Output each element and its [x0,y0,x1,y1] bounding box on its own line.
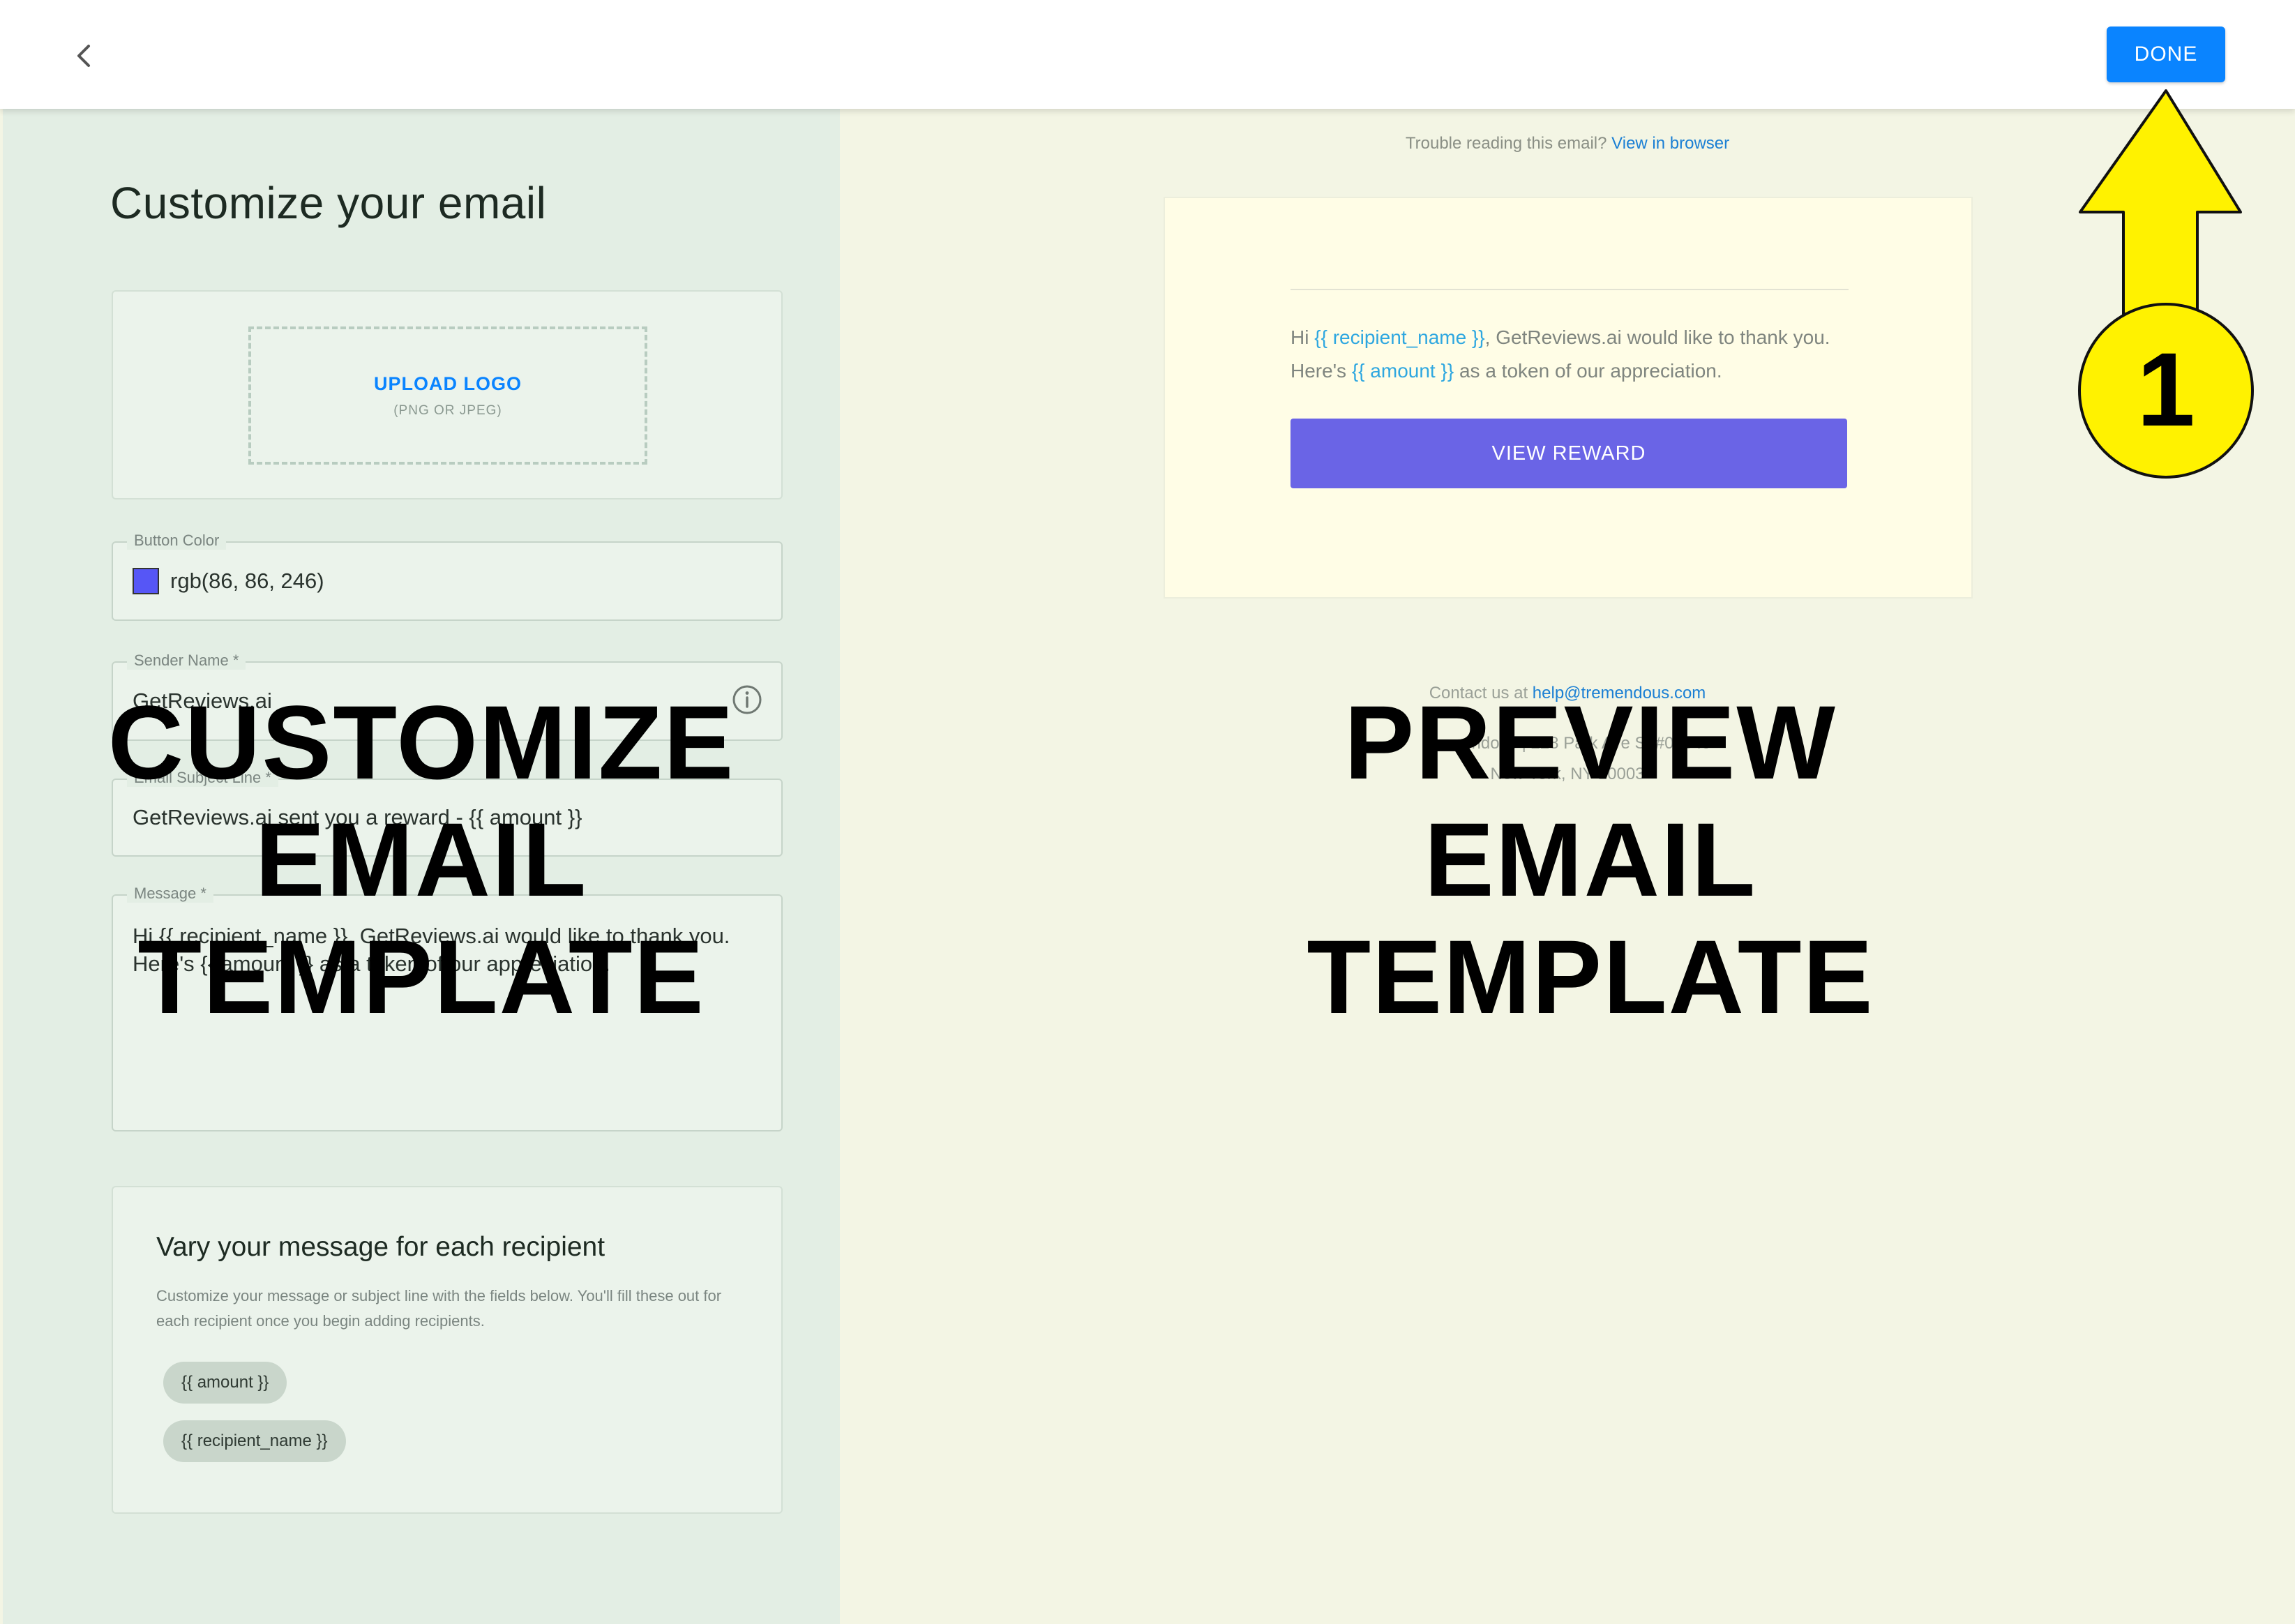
vary-message-card: Vary your message for each recipient Cus… [112,1186,783,1514]
email-preview-card: Hi {{ recipient_name }}, GetReviews.ai w… [1164,197,1973,599]
overlay-right-line-1: PREVIEW [1344,684,1837,801]
body-greeting: Hi [1291,326,1315,348]
upload-logo-hint: (PNG OR JPEG) [393,403,502,418]
view-in-browser-link[interactable]: View in browser [1611,134,1729,153]
button-color-value: rgb(86, 86, 246) [170,569,324,593]
chip-amount[interactable]: {{ amount }} [163,1362,287,1404]
view-reward-button[interactable]: VIEW REWARD [1291,419,1847,488]
button-color-field[interactable]: Button Color rgb(86, 86, 246) [112,532,783,621]
vary-message-description: Customize your message or subject line w… [156,1287,722,1330]
overlay-left-line-1: CUSTOMIZE [107,684,735,801]
overlay-left-line-2: EMAIL [255,801,588,918]
email-body-text: Hi {{ recipient_name }}, GetReviews.ai w… [1291,321,1863,388]
overlay-right-line-3: TEMPLATE [1307,918,1874,1035]
top-bar: DONE [0,0,2295,109]
customize-overlay-label: CUSTOMIZE EMAIL TEMPLATE [73,684,770,1035]
trouble-text: Trouble reading this email? [1405,134,1607,153]
var-recipient-name: {{ recipient_name }} [1314,326,1485,348]
step-annotation: 1 [2065,84,2267,488]
upload-logo-dropzone[interactable]: UPLOAD LOGO (PNG OR JPEG) [248,326,647,465]
chevron-left-icon [77,45,90,67]
back-button[interactable] [64,36,103,75]
overlay-right-line-2: EMAIL [1424,801,1757,918]
preview-overlay-label: PREVIEW EMAIL TEMPLATE [1242,684,1939,1035]
upload-logo-label: UPLOAD LOGO [374,373,522,394]
color-swatch[interactable] [133,568,159,594]
done-button[interactable]: DONE [2107,27,2225,82]
overlay-left-line-3: TEMPLATE [137,918,705,1035]
chip-recipient-name[interactable]: {{ recipient_name }} [163,1420,346,1462]
body-end: as a token of our appreciation. [1454,360,1722,382]
var-amount: {{ amount }} [1351,360,1454,382]
upload-logo-card: UPLOAD LOGO (PNG OR JPEG) [112,290,783,499]
email-divider [1291,289,1849,290]
step-number: 1 [2137,331,2195,448]
vary-message-title: Vary your message for each recipient [156,1232,605,1262]
up-arrow-icon: 1 [2078,89,2254,479]
page-title: Customize your email [110,178,547,228]
